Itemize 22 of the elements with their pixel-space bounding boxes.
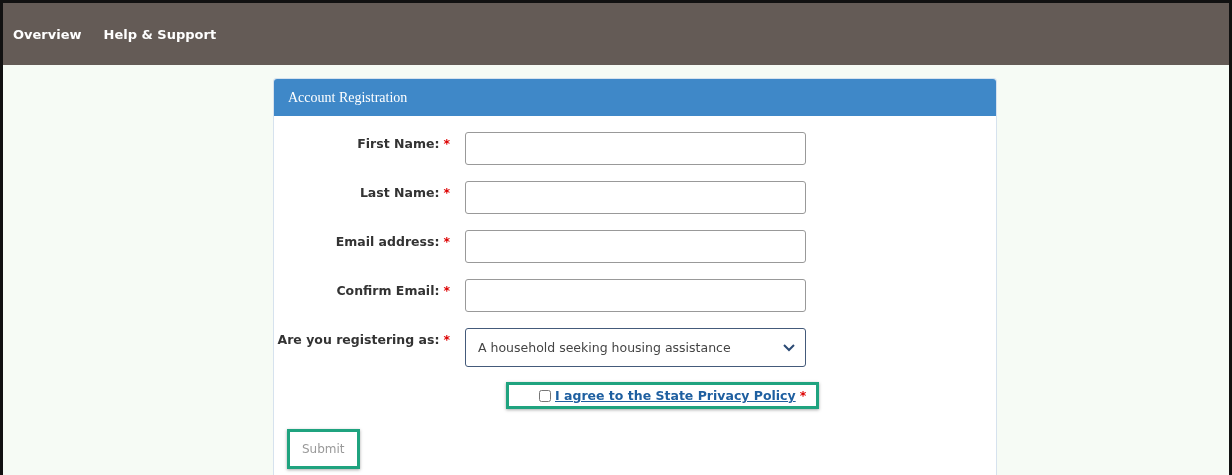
field-label: Are you registering as: bbox=[277, 332, 440, 347]
field-label: Confirm Email: bbox=[336, 283, 440, 298]
field-label: Last Name: bbox=[359, 185, 440, 200]
input-field[interactable] bbox=[465, 279, 806, 312]
required-mark: * bbox=[443, 185, 450, 200]
chevron-down-icon bbox=[783, 343, 795, 352]
input-field[interactable] bbox=[465, 230, 806, 263]
input-field[interactable] bbox=[465, 181, 806, 214]
nav-link[interactable]: Overview bbox=[13, 26, 82, 42]
required-mark: * bbox=[443, 332, 450, 347]
select-field[interactable]: A household seeking housing assistance bbox=[465, 328, 806, 367]
required-mark: * bbox=[799, 388, 807, 403]
field-label: First Name: bbox=[357, 136, 440, 151]
form-title: Account Registration bbox=[288, 89, 408, 106]
agreement-checkbox[interactable] bbox=[539, 389, 551, 402]
required-mark: * bbox=[443, 136, 450, 151]
required-mark: * bbox=[443, 283, 450, 298]
privacy-policy-link[interactable]: I agree to the State Privacy Policy bbox=[555, 388, 796, 403]
field-label: Email address: bbox=[335, 234, 440, 249]
required-mark: * bbox=[443, 234, 450, 249]
nav-link[interactable]: Help & Support bbox=[103, 26, 217, 42]
input-field[interactable] bbox=[465, 132, 806, 165]
